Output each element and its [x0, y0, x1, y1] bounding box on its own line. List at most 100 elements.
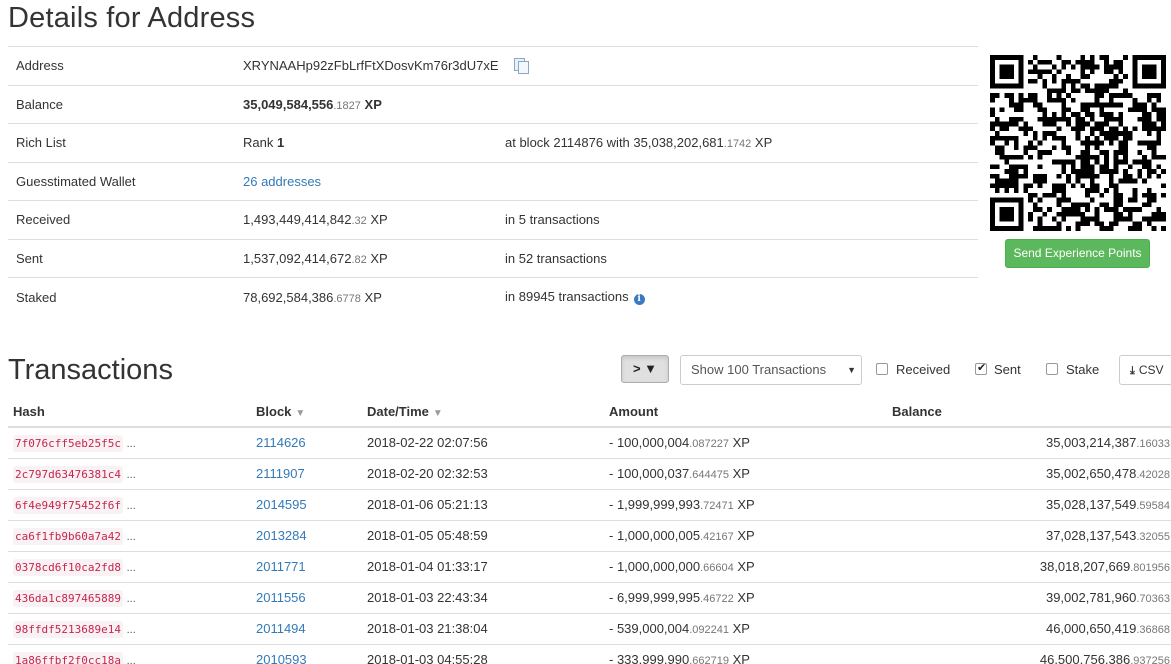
tx-balance-cell: 39,002,781,960.70363 [887, 582, 1171, 614]
tx-hash-link[interactable]: 6f4e949f75452f6f [13, 497, 123, 514]
caret-down-icon: ▼ [847, 365, 856, 375]
balance-value: 35,049,584,556.1827 XP [243, 96, 382, 112]
tx-balance-cell: 46,500,756,386.937256 [887, 644, 1171, 664]
received-count: in 5 transactions [505, 212, 600, 228]
tx-block-link[interactable]: 2013284 [256, 528, 307, 543]
table-row: 6f4e949f75452f6f ... 2014595 2018-01-06 05… [8, 489, 1171, 521]
tx-balance-cell: 46,000,650,419.36868 [887, 613, 1171, 645]
wallet-addresses-link[interactable]: 26 addresses [243, 174, 321, 189]
tx-block-cell: 2011494 [251, 613, 362, 645]
page-title: Details for Address [8, 2, 256, 34]
column-header-balance: Balance [887, 397, 1171, 428]
tx-date-cell: 2018-01-03 21:38:04 [362, 613, 604, 645]
transactions-table: Hash Block ▼ Date/Time ▼ Amount Balance 7f… [8, 397, 1171, 664]
detail-row-balance: Balance 35,049,584,556.1827 XP [8, 85, 978, 124]
tx-block-link[interactable]: 2011771 [256, 559, 306, 574]
sent-checkbox[interactable] [975, 361, 987, 375]
sent-value: 1,537,092,414,672.82 XP [243, 250, 388, 266]
sent-count: in 52 transactions [505, 250, 607, 266]
tx-date-cell: 2018-02-22 02:07:56 [362, 427, 604, 459]
tx-amount-cell: - 6,999,999,995.46722 XP [604, 582, 887, 614]
tx-balance-cell: 37,028,137,543.32055 [887, 520, 1171, 552]
tx-amount-cell: - 1,000,000,005.42167 XP [604, 520, 887, 552]
tx-hash-cell: 0378cd6f10ca2fd8 ... [8, 551, 251, 583]
detail-row-received: Received 1,493,449,414,842.32 XP in 5 tr… [8, 200, 978, 240]
tx-block-link[interactable]: 2114626 [256, 435, 306, 450]
tx-balance-cell: 38,018,207,669.801956 [887, 551, 1171, 583]
tx-date-cell: 2018-02-20 02:32:53 [362, 458, 604, 490]
tx-amount-cell: - 100,000,004.087227 XP [604, 427, 887, 459]
rich-list-extra: at block 2114876 with 35,038,202,681.174… [505, 135, 773, 151]
tx-hash-cell: 6f4e949f75452f6f ... [8, 489, 251, 521]
stake-checkbox[interactable] [1046, 363, 1058, 375]
tx-block-link[interactable]: 2011556 [256, 590, 306, 605]
tx-amount-cell: - 1,999,999,993.72471 XP [604, 489, 887, 521]
tx-hash-cell: 436da1c897465889 ... [8, 582, 251, 614]
download-icon: ⤓ [1130, 365, 1135, 377]
csv-download-button[interactable]: ⤓ CSV [1119, 355, 1171, 385]
tx-hash-cell: 2c797d63476381c4 ... [8, 458, 251, 490]
table-row: 98ffdf5213689e14 ... 2011494 2018-01-03 21… [8, 613, 1171, 645]
copy-icon[interactable] [514, 58, 530, 75]
table-header-row: Hash Block ▼ Date/Time ▼ Amount Balance [8, 397, 1171, 428]
sort-icon[interactable]: ▼ [433, 408, 443, 419]
tx-block-link[interactable]: 2011494 [256, 621, 306, 636]
tx-block-cell: 2114626 [251, 427, 362, 459]
column-header-block[interactable]: Block ▼ [251, 397, 362, 428]
detail-label: Balance [16, 96, 63, 112]
detail-label: Rich List [16, 135, 66, 151]
tx-hash-cell: 1a86ffbf2f0cc18a ... [8, 644, 251, 664]
received-filter-label[interactable]: Received [896, 362, 950, 377]
sort-icon[interactable]: ▼ [295, 408, 305, 419]
tx-date-cell: 2018-01-04 01:33:17 [362, 551, 604, 583]
tx-hash-cell: ca6f1fb9b60a7a42 ... [8, 520, 251, 552]
received-checkbox[interactable] [876, 363, 888, 375]
info-icon[interactable]: i [633, 294, 645, 305]
tx-hash-link[interactable]: 436da1c897465889 [13, 590, 123, 607]
table-row: 436da1c897465889 ... 2011556 2018-01-03 22… [8, 582, 1171, 614]
transactions-count-select[interactable]: Show 100 Transactions ▼ [680, 355, 862, 385]
filter-icon: > ▼ [632, 361, 658, 376]
tx-block-cell: 2010593 [251, 644, 362, 664]
detail-label: Received [16, 212, 71, 228]
stake-filter-label[interactable]: Stake [1066, 362, 1099, 377]
table-row: 1a86ffbf2f0cc18a ... 2010593 2018-01-03 04… [8, 644, 1171, 664]
tx-hash-link[interactable]: 98ffdf5213689e14 [13, 621, 123, 638]
tx-balance-cell: 35,028,137,549.59584 [887, 489, 1171, 521]
tx-date-cell: 2018-01-06 05:21:13 [362, 489, 604, 521]
tx-amount-cell: - 539,000,004.092241 XP [604, 613, 887, 645]
send-experience-points-button[interactable]: Send Experience Points [1005, 239, 1150, 268]
detail-label: Sent [16, 250, 43, 266]
tx-balance-cell: 35,003,214,387.16033 [887, 427, 1171, 459]
detail-row-staked: Staked 78,692,584,386.6778 XP in 89945 t… [8, 277, 978, 317]
detail-row-address: Address XRYNAAHp92zFbLrfFtXDosvKm76r3dU7… [8, 46, 978, 86]
detail-label: Address [16, 58, 64, 74]
staked-value: 78,692,584,386.6778 XP [243, 289, 382, 305]
address-details-table: Address XRYNAAHp92zFbLrfFtXDosvKm76r3dU7… [8, 46, 978, 316]
tx-hash-link[interactable]: 1a86ffbf2f0cc18a [13, 652, 123, 664]
sent-filter-label[interactable]: Sent [994, 362, 1021, 377]
tx-hash-link[interactable]: 2c797d63476381c4 [13, 466, 123, 483]
tx-hash-link[interactable]: 7f076cff5eb25f5c [13, 435, 123, 453]
filter-toggle-button[interactable]: > ▼ [621, 355, 669, 383]
tx-block-link[interactable]: 2111907 [256, 466, 305, 481]
column-header-hash: Hash [8, 397, 251, 428]
tx-block-cell: 2014595 [251, 489, 362, 521]
rich-list-rank: Rank 1 [243, 135, 285, 151]
tx-hash-link[interactable]: ca6f1fb9b60a7a42 [13, 528, 123, 545]
tx-hash-link[interactable]: 0378cd6f10ca2fd8 [13, 559, 123, 576]
tx-block-cell: 2111907 [251, 458, 362, 490]
received-value: 1,493,449,414,842.32 XP [243, 212, 388, 228]
detail-label: Guesstimated Wallet [16, 173, 136, 189]
table-row: ca6f1fb9b60a7a42 ... 2013284 2018-01-05 05… [8, 520, 1171, 552]
table-row: 0378cd6f10ca2fd8 ... 2011771 2018-01-04 01… [8, 551, 1171, 583]
transactions-title: Transactions [8, 354, 173, 386]
tx-date-cell: 2018-01-05 05:48:59 [362, 520, 604, 552]
column-header-datetime[interactable]: Date/Time ▼ [362, 397, 604, 428]
tx-balance-cell: 35,002,650,478.42028 [887, 458, 1171, 490]
address-value[interactable]: XRYNAAHp92zFbLrfFtXDosvKm76r3dU7xE [243, 58, 499, 73]
tx-date-cell: 2018-01-03 04:55:28 [362, 644, 604, 664]
tx-block-link[interactable]: 2010593 [256, 652, 307, 664]
tx-hash-cell: 7f076cff5eb25f5c ... [8, 427, 251, 459]
tx-block-link[interactable]: 2014595 [256, 497, 307, 512]
